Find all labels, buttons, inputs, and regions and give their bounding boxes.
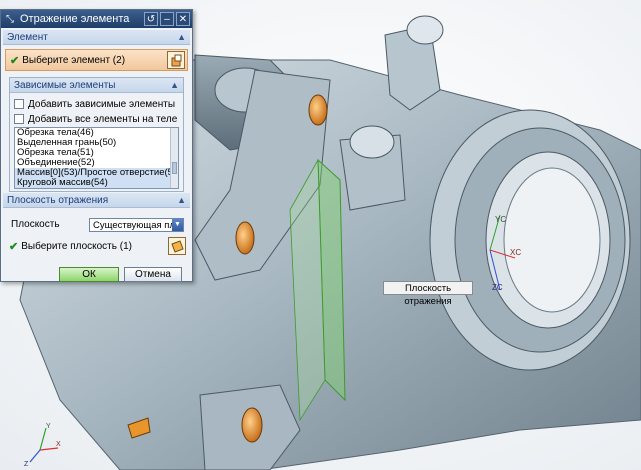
cancel-button[interactable]: Отмена [124, 267, 182, 282]
mirror-plane-header-label: Плоскость отражения [7, 195, 109, 206]
section-element-header[interactable]: Элемент ▲ [3, 30, 190, 45]
dependents-header[interactable]: Зависимые элементы ▲ [10, 78, 183, 93]
minimize-icon[interactable]: – [160, 12, 174, 26]
list-scrollbar[interactable] [170, 128, 178, 188]
add-all-on-body-checkbox[interactable] [14, 114, 24, 124]
checkmark-icon: ✔ [10, 54, 20, 67]
scroll-thumb[interactable] [172, 162, 177, 174]
section-element-label: Элемент [7, 32, 48, 43]
plane-label: Плоскость [11, 219, 60, 230]
collapse-icon[interactable]: ▲ [177, 30, 186, 45]
axis-label-zc: ZC [492, 283, 503, 292]
triad-z: Z [24, 461, 29, 468]
add-all-on-body-row[interactable]: Добавить все элементы на теле [14, 112, 177, 126]
right-bore [503, 167, 601, 313]
plane-pick-button[interactable] [168, 237, 186, 255]
close-icon[interactable]: ✕ [176, 12, 190, 26]
mirror-feature-dialog[interactable]: ⤡ Отражение элемента ↺ – ✕ Элемент ▲ ✔ В… [0, 9, 193, 282]
axis-label-yc: YC [495, 215, 506, 224]
axis-label-xc: XC [510, 248, 521, 257]
mirror-plane-tooltip: Плоскость отражения [383, 281, 473, 307]
features-listbox[interactable]: Обрезка тела(46) Выделенная грань(50) Обре… [14, 127, 179, 189]
plane-icon [170, 239, 184, 253]
add-dependents-checkbox[interactable] [14, 99, 24, 109]
triad-y: Y [46, 423, 51, 430]
ok-button[interactable]: ОК [59, 267, 119, 282]
add-dependents-row[interactable]: Добавить зависимые элементы [14, 97, 175, 111]
list-item[interactable]: Круговой массив(54) [15, 178, 178, 188]
top-pipe-end [406, 15, 444, 45]
select-element-row[interactable]: ✔ Выберите элемент (2) [5, 49, 188, 71]
plane-type-select[interactable]: Существующая плос ▼ [89, 218, 184, 232]
dialog-titlebar[interactable]: ⤡ Отражение элемента ↺ – ✕ [1, 10, 192, 28]
plane-type-value: Существующая плос [93, 220, 184, 231]
dialog-title: Отражение элемента [20, 13, 130, 25]
select-plane-label: Выберите плоскость (1) [21, 240, 132, 252]
mirror-plane-header[interactable]: Плоскость отражения ▲ [3, 193, 190, 208]
select-feature-button[interactable] [167, 51, 185, 69]
checkmark-icon: ✔ [9, 240, 19, 253]
select-element-label: Выберите элемент (2) [22, 54, 126, 66]
feature-pick-icon [171, 54, 181, 66]
hole-bottom [241, 407, 263, 443]
dependents-header-label: Зависимые элементы [14, 80, 116, 91]
dependents-panel: Зависимые элементы ▲ Добавить зависимые … [9, 77, 184, 192]
triad-x: X [56, 441, 61, 448]
hole-left [235, 221, 255, 255]
hole-top [308, 94, 328, 126]
add-dependents-label: Добавить зависимые элементы [28, 98, 176, 110]
reset-icon[interactable]: ↺ [144, 12, 158, 26]
tool-icon: ⤡ [6, 13, 14, 25]
collapse-icon[interactable]: ▲ [170, 78, 179, 93]
select-plane-row[interactable]: ✔ Выберите плоскость (1) [5, 236, 188, 256]
collapse-icon[interactable]: ▲ [177, 193, 186, 208]
chevron-down-icon[interactable]: ▼ [172, 219, 183, 231]
middle-boss-top [349, 125, 395, 159]
add-all-on-body-label: Добавить все элементы на теле [28, 113, 178, 125]
